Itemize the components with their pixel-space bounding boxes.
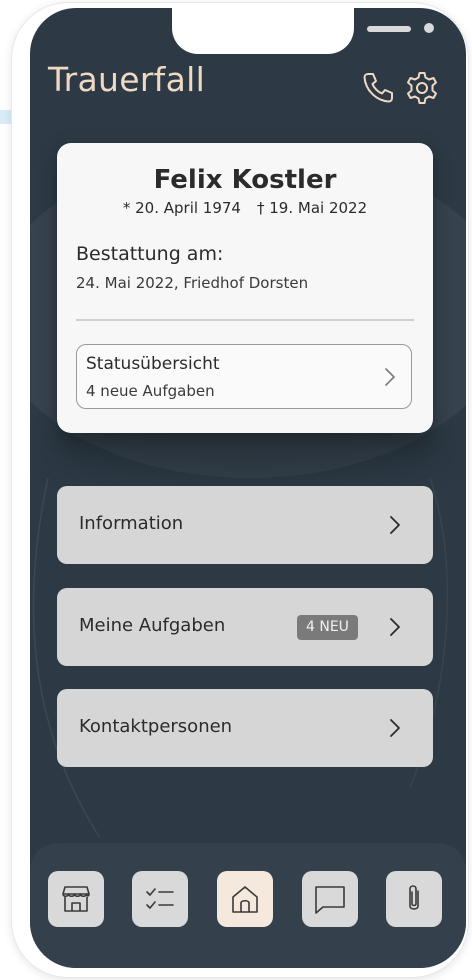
birth-date: * 20. April 1974 <box>122 199 241 217</box>
menu-item-label: Meine Aufgaben <box>79 615 226 636</box>
device-notch <box>172 8 434 54</box>
app-screen: Trauerfall Felix Kostler * 20. April 197… <box>30 8 466 968</box>
status-subtitle: 4 neue Aufgaben <box>86 382 215 400</box>
front-camera <box>424 23 434 33</box>
death-date: † 19. Mai 2022 <box>256 199 368 217</box>
menu-item-label: Kontaktpersonen <box>79 716 233 737</box>
burial-label: Bestattung am: <box>76 243 224 265</box>
tab-chat[interactable] <box>302 871 358 927</box>
deceased-name: Felix Kostler <box>153 165 337 195</box>
phone-icon[interactable] <box>360 70 396 106</box>
home-icon <box>232 886 258 913</box>
burial-value: 24. Mai 2022, Friedhof Dorsten <box>76 274 309 292</box>
status-title: Statusübersicht <box>86 354 220 374</box>
chat-icon <box>315 886 345 914</box>
checklist-icon <box>146 888 174 909</box>
status-overview-button[interactable]: Statusübersicht 4 neue Aufgaben <box>76 344 412 409</box>
chevron-right-icon <box>382 366 398 388</box>
tab-store[interactable] <box>48 871 104 927</box>
chevron-right-icon <box>387 717 403 739</box>
chevron-right-icon <box>387 514 403 536</box>
menu-item-information[interactable]: Information <box>57 486 433 564</box>
tab-tasks[interactable] <box>132 871 188 927</box>
menu-item-label: Information <box>79 513 184 534</box>
menu-item-contacts[interactable]: Kontaktpersonen <box>57 689 433 767</box>
new-tasks-badge: 4 NEU <box>297 615 358 640</box>
chevron-right-icon <box>387 616 403 638</box>
page-title: Trauerfall <box>48 60 206 99</box>
tab-home[interactable] <box>217 871 273 927</box>
speaker-grille <box>367 26 411 32</box>
store-icon <box>62 886 90 912</box>
tab-attachments[interactable] <box>386 871 442 927</box>
life-dates: * 20. April 1974 † 19. Mai 2022 <box>57 199 433 217</box>
paperclip-icon <box>409 885 419 910</box>
menu-item-my-tasks[interactable]: Meine Aufgaben 4 NEU <box>57 588 433 666</box>
gear-icon[interactable] <box>404 70 440 106</box>
deceased-card: Felix Kostler * 20. April 1974 † 19. Mai … <box>57 143 433 433</box>
card-divider <box>76 319 414 321</box>
